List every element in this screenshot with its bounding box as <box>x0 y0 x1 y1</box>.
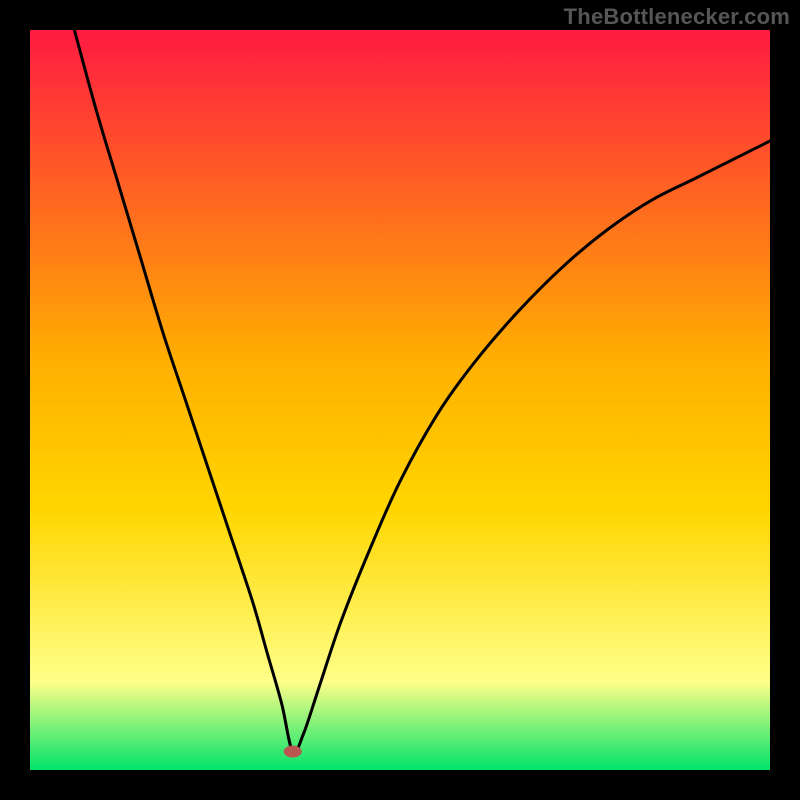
chart-frame: TheBottlenecker.com <box>0 0 800 800</box>
chart-svg <box>30 30 770 770</box>
gradient-background <box>30 30 770 770</box>
marker-dot <box>284 746 302 758</box>
plot-area <box>30 30 770 770</box>
watermark-label: TheBottlenecker.com <box>564 4 790 30</box>
